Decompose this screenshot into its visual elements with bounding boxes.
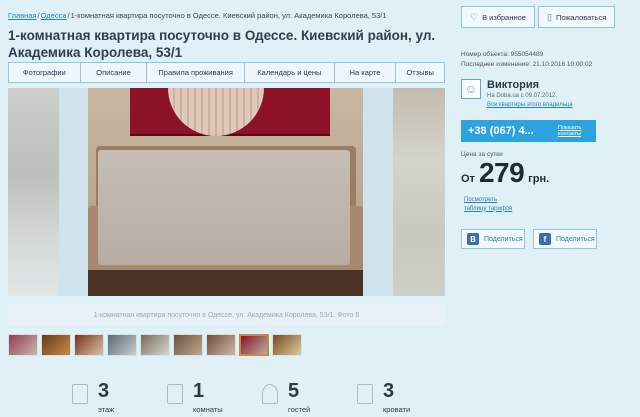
feature-beds-label: кровати (383, 405, 411, 414)
action-buttons: ♡ В избранное ▯ Пожаловаться (461, 6, 616, 28)
price: От 279 грн. (461, 157, 549, 189)
last-modified: Последнее изменение: 21.10.2016 10:00:02 (461, 60, 593, 68)
photo-thumbnail[interactable] (140, 334, 170, 356)
breadcrumb-city-link[interactable]: Одесса (41, 11, 67, 20)
next-photo[interactable] (393, 88, 445, 296)
feature-beds: 3 кровати (347, 378, 442, 417)
facebook-icon: f (539, 233, 551, 245)
photo-sofa-cushion (98, 150, 350, 265)
owner-listings-link[interactable]: Все квартиры этого владельца (487, 102, 573, 108)
page-title: 1-комнатная квартира посуточно в Одессе.… (8, 28, 436, 60)
photo-thumbnail[interactable] (8, 334, 38, 356)
favorite-button[interactable]: ♡ В избранное (461, 6, 535, 28)
show-contacts-link[interactable]: Показать контакты (558, 125, 596, 138)
photo-gallery[interactable] (8, 88, 445, 296)
thumbnail-strip (8, 334, 302, 356)
photo-sofa-base (88, 270, 363, 296)
photo-thumbnail[interactable] (239, 334, 269, 356)
sidebar: ♡ В избранное ▯ Пожаловаться Номер объек… (456, 0, 640, 417)
photo-thumbnail[interactable] (41, 334, 71, 356)
feature-guests: 5 гостей (252, 378, 347, 417)
photo-thumbnail[interactable] (272, 334, 302, 356)
vk-share-button[interactable]: B Поделиться (461, 229, 525, 249)
tab-photos[interactable]: Фотографии (9, 63, 81, 82)
features-row: 3 этаж 1 комнаты 5 гостей 3 кровати (62, 378, 442, 417)
photo-thumbnail[interactable] (173, 334, 203, 356)
breadcrumb-home-link[interactable]: Главная (8, 11, 37, 20)
heart-icon: ♡ (470, 11, 479, 22)
feature-rooms-value: 1 (193, 380, 205, 402)
feature-floor-value: 3 (98, 380, 110, 402)
complain-button-label: Пожаловаться (555, 12, 607, 22)
door-icon (167, 384, 183, 404)
main-photo[interactable] (88, 88, 363, 296)
photo-thumbnail[interactable] (74, 334, 104, 356)
tariff-table-link[interactable]: Посмотреть таблицу тарифов (464, 196, 512, 213)
photo-caption: 1-комнатная квартира посуточно в Одессе,… (8, 304, 445, 326)
feature-rooms-label: комнаты (193, 405, 223, 414)
feature-beds-value: 3 (383, 380, 395, 402)
previous-photo[interactable] (8, 88, 59, 296)
phone-number: +38 (067) 4... (468, 125, 534, 137)
feature-rooms: 1 комнаты (157, 378, 252, 417)
owner-card: ☺ Виктория На Doba.ua с 09.07.2012, Все … (461, 77, 636, 115)
owner-since: На Doba.ua с 09.07.2012, (487, 93, 558, 99)
owner-name[interactable]: Виктория (487, 79, 539, 91)
vk-share-label: Поделиться (484, 235, 523, 243)
object-number: Номер объекта: 955054489 (461, 51, 544, 58)
user-icon: ☺ (464, 82, 478, 96)
tariff-link-line2: таблицу тарифов (464, 205, 513, 212)
feature-guests-value: 5 (288, 380, 300, 402)
listing-tabs: Фотографии Описание Правила проживания К… (8, 62, 445, 83)
tab-house-rules[interactable]: Правила проживания (147, 63, 246, 82)
feature-floor-label: этаж (98, 405, 115, 414)
price-currency: грн. (528, 173, 550, 185)
tariff-link-line1: Посмотреть (464, 197, 498, 203)
price-amount: 279 (478, 157, 525, 188)
tab-map[interactable]: На карте (335, 63, 397, 82)
favorite-button-label: В избранное (482, 12, 526, 22)
avatar: ☺ (461, 79, 481, 99)
tab-calendar-prices[interactable]: Календарь и цены (245, 63, 335, 82)
breadcrumb-current: 1-комнатная квартира посуточно в Одессе.… (70, 11, 387, 20)
tab-reviews[interactable]: Отзывы (396, 63, 444, 82)
listing-meta: Номер объекта: 955054489 Последнее измен… (461, 50, 592, 69)
bed-icon (357, 384, 373, 404)
vk-icon: B (467, 233, 479, 245)
photo-thumbnail[interactable] (206, 334, 236, 356)
share-buttons: B Поделиться f Поделиться (461, 229, 597, 249)
guests-icon (262, 384, 278, 404)
building-icon (72, 384, 88, 404)
complain-button[interactable]: ▯ Пожаловаться (537, 6, 616, 28)
book-icon: ▯ (546, 11, 552, 22)
tab-description[interactable]: Описание (81, 63, 148, 82)
facebook-share-button[interactable]: f Поделиться (533, 229, 597, 249)
phone-button[interactable]: +38 (067) 4... Показать контакты (461, 120, 596, 142)
facebook-share-label: Поделиться (556, 235, 595, 243)
breadcrumb: Главная/Одесса/1-комнатная квартира посу… (8, 11, 387, 20)
feature-floor: 3 этаж (62, 378, 157, 417)
feature-guests-label: гостей (288, 405, 311, 414)
photo-thumbnail[interactable] (107, 334, 137, 356)
price-from: От (461, 173, 475, 185)
